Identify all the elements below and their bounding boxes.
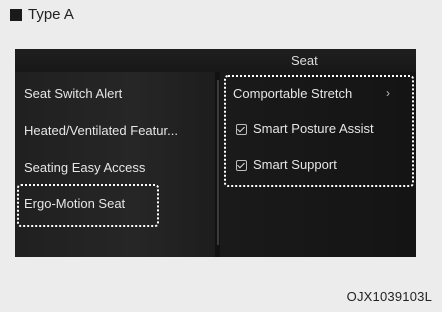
menu-item-heated-ventilated[interactable]: Heated/Ventilated Featur... xyxy=(24,116,178,146)
menu-item-seating-easy-access[interactable]: Seating Easy Access xyxy=(24,153,145,183)
type-label: Type A xyxy=(10,6,74,23)
figure-code: OJX1039103L xyxy=(346,289,432,304)
callout-ergo-motion-highlight xyxy=(17,184,159,227)
figure: Type A Seat Seat Switch Alert Heated/Ven… xyxy=(0,0,442,312)
panel-divider xyxy=(217,80,219,245)
screen-header: Seat xyxy=(15,49,416,72)
menu-item-seat-switch-alert[interactable]: Seat Switch Alert xyxy=(24,79,122,109)
header-title: Seat xyxy=(291,53,318,68)
callout-submenu-highlight xyxy=(224,75,414,187)
type-label-text: Type A xyxy=(28,6,74,23)
square-bullet-icon xyxy=(10,8,22,21)
